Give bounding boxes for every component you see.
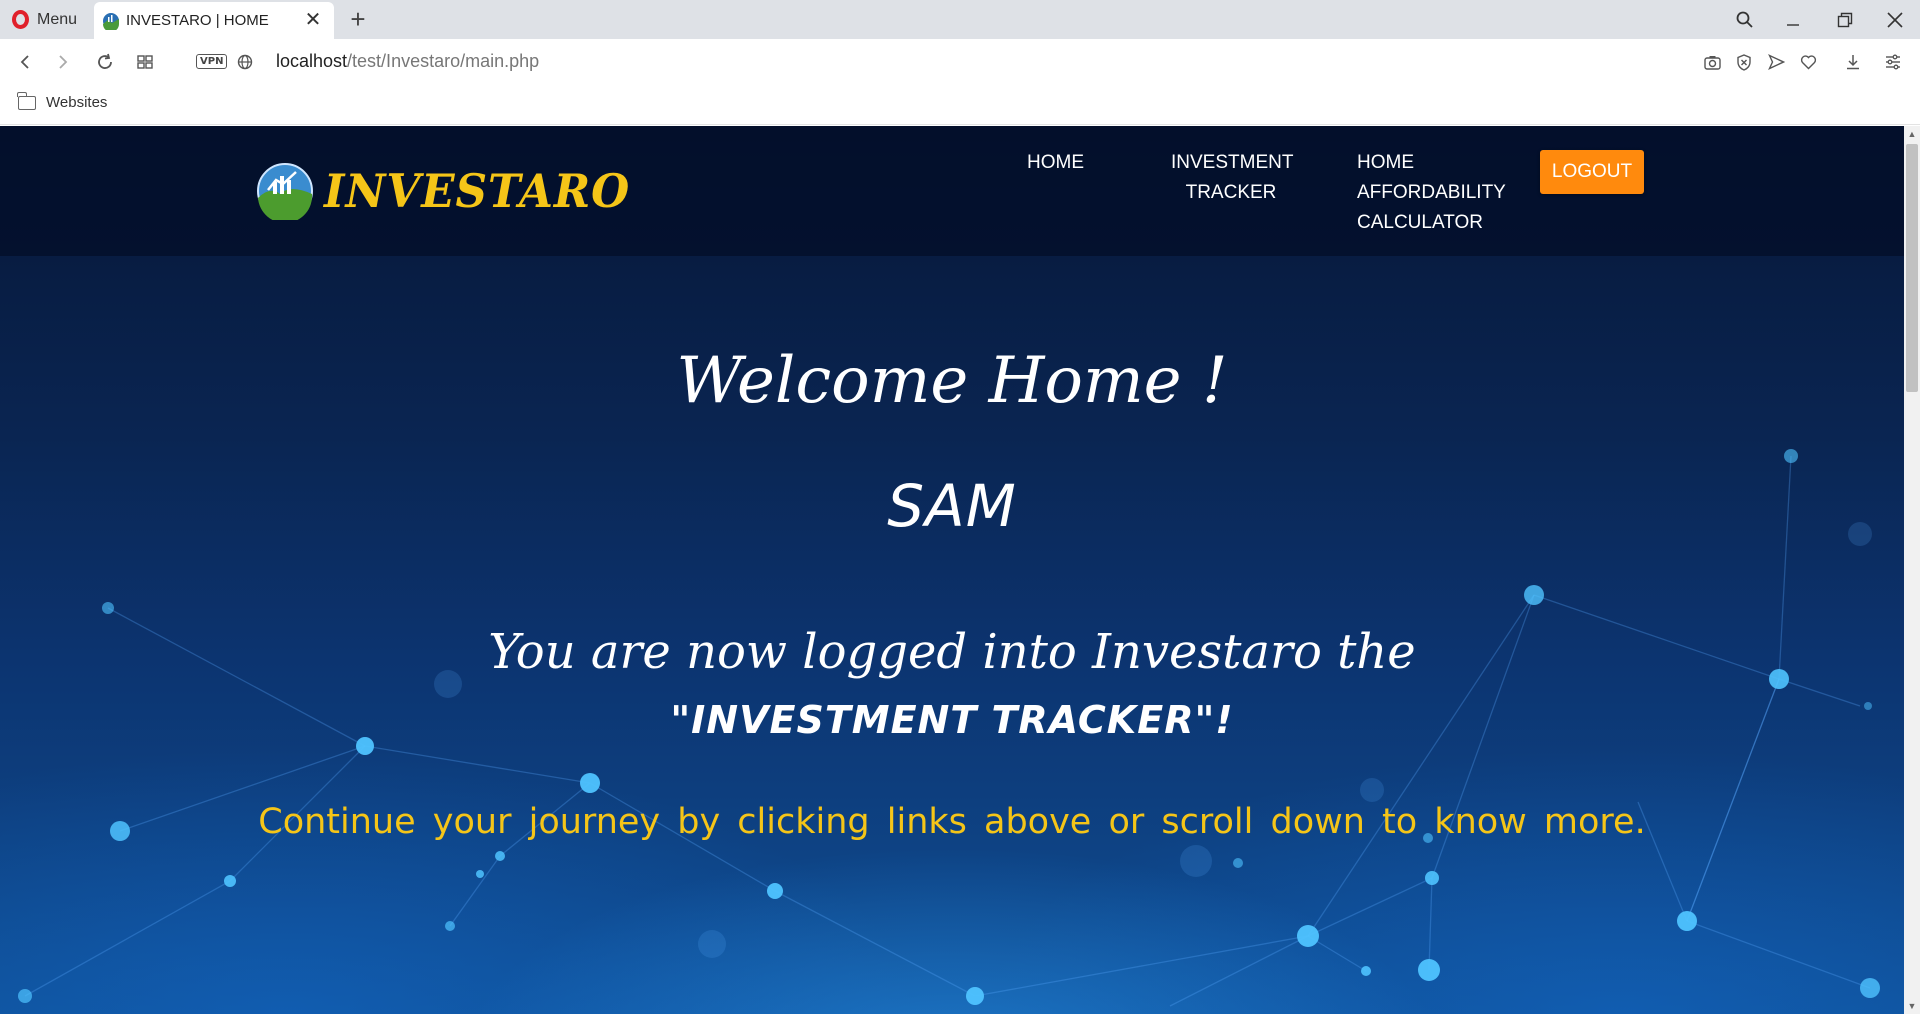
nav-calc-label-line1: HOME (1357, 152, 1414, 173)
logged-in-message: You are now logged into Investaro the (488, 624, 1416, 680)
menu-label: Menu (37, 10, 78, 28)
vpn-badge[interactable]: VPN (196, 54, 228, 69)
new-tab-button[interactable]: + (344, 4, 372, 34)
username-display: SAM (887, 472, 1017, 540)
reload-button[interactable] (90, 47, 120, 77)
restore-window-button[interactable] (1822, 0, 1868, 39)
bookmark-folder-websites[interactable]: Websites (17, 91, 108, 111)
adblock-shield-icon[interactable] (1729, 47, 1759, 77)
site-info-globe-icon[interactable] (230, 47, 260, 77)
minimize-window-button[interactable] (1770, 0, 1816, 39)
bookmarks-bar: Websites (0, 85, 1920, 125)
investaro-favicon-icon (103, 12, 119, 30)
nav-calc-label-line3: CALCULATOR (1357, 212, 1483, 233)
forward-button[interactable] (48, 47, 78, 77)
browser-tab-strip: Menu INVESTARO | HOME ✕ + (0, 0, 1920, 39)
search-tabs-icon[interactable] (1722, 0, 1768, 39)
folder-icon (17, 91, 36, 110)
url-host: localhost (276, 51, 348, 71)
site-header: INVESTARO HOME INVESTMENT TRACKER HOME A… (0, 126, 1904, 256)
nav-link-home-affordability-calculator[interactable]: HOME AFFORDABILITY CALCULATOR (1357, 148, 1506, 238)
investaro-logo[interactable]: INVESTARO (256, 162, 638, 220)
downloads-icon[interactable] (1838, 47, 1868, 77)
nav-link-home[interactable]: HOME (1027, 148, 1084, 178)
nav-tracker-label-line1: INVESTMENT (1171, 152, 1294, 173)
tab-close-icon[interactable]: ✕ (302, 9, 324, 31)
send-flow-icon[interactable] (1761, 47, 1791, 77)
tabs-grid-icon[interactable] (130, 47, 160, 77)
logo-globe-icon (257, 163, 313, 220)
tab-title: INVESTARO | HOME (126, 12, 269, 29)
snapshot-camera-icon[interactable] (1697, 47, 1727, 77)
bookmark-heart-icon[interactable] (1793, 47, 1823, 77)
nav-home-label: HOME (1027, 152, 1084, 173)
url-path: /test/Investaro/main.php (347, 51, 540, 71)
scroll-down-arrow-icon[interactable]: ▼ (1904, 998, 1920, 1014)
browser-tab-active[interactable]: INVESTARO | HOME ✕ (94, 2, 334, 39)
scrollbar-thumb[interactable] (1906, 144, 1918, 392)
continue-journey-message: Continue your journey by clicking links … (258, 802, 1646, 842)
page-viewport: INVESTARO HOME INVESTMENT TRACKER HOME A… (0, 126, 1904, 1014)
back-button[interactable] (10, 47, 40, 77)
scroll-up-arrow-icon[interactable]: ▲ (1904, 126, 1920, 142)
close-window-button[interactable] (1872, 0, 1918, 39)
easy-setup-icon[interactable] (1878, 47, 1908, 77)
nav-tracker-label-line2: TRACKER (1185, 182, 1277, 203)
nav-calc-label-line2: AFFORDABILITY (1357, 182, 1506, 203)
opera-menu-button[interactable]: Menu (0, 0, 92, 39)
opera-logo-icon (12, 10, 29, 29)
welcome-heading: Welcome Home ! (676, 344, 1228, 418)
browser-toolbar: VPN localhost/test/Investaro/main.php (0, 39, 1920, 85)
logout-button[interactable]: LOGOUT (1540, 150, 1644, 194)
network-background-graphic (18, 449, 1880, 1007)
bookmark-folder-label: Websites (46, 94, 108, 111)
investment-tracker-tagline: "INVESTMENT TRACKER"! (670, 698, 1234, 742)
nav-link-investment-tracker[interactable]: INVESTMENT TRACKER (1171, 148, 1294, 208)
address-bar[interactable]: localhost/test/Investaro/main.php (276, 51, 539, 72)
logo-wordmark: INVESTARO (324, 164, 631, 218)
